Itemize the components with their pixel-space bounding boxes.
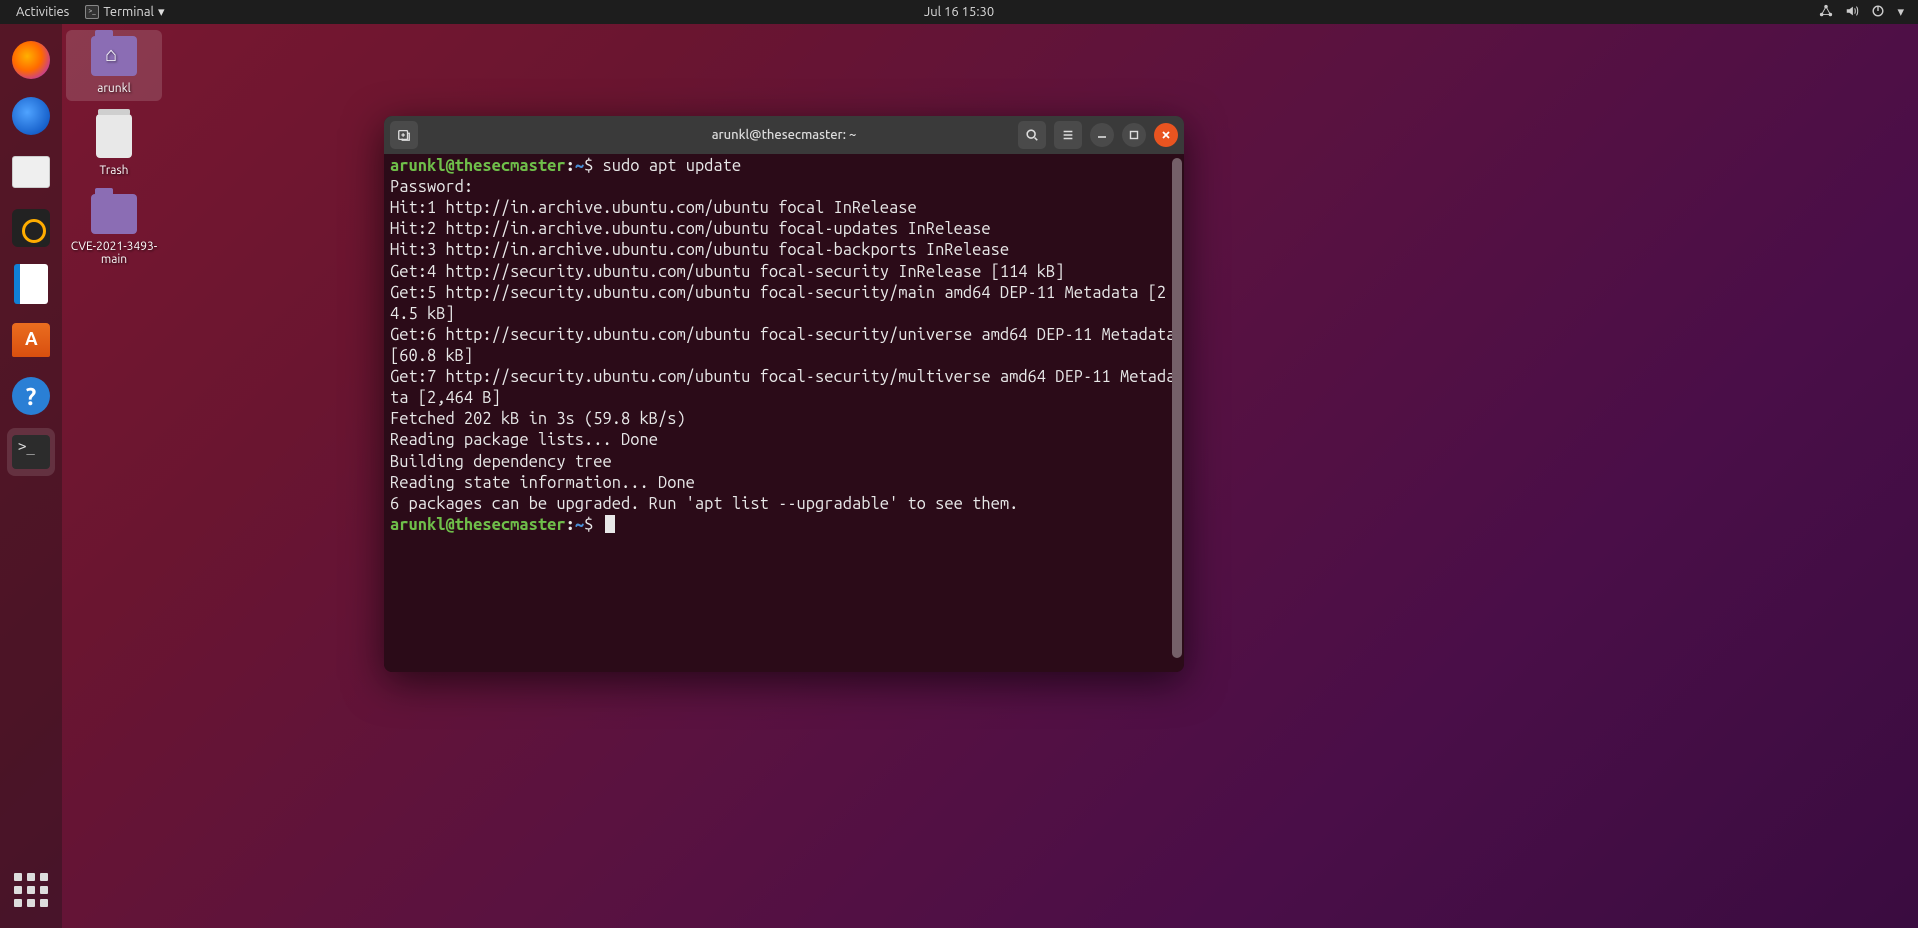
terminal-output-line: Hit:2 http://in.archive.ubuntu.com/ubunt… xyxy=(390,219,1178,240)
show-applications[interactable] xyxy=(11,870,51,910)
terminal-output-line: 6 packages can be upgraded. Run 'apt lis… xyxy=(390,494,1178,515)
volume-icon xyxy=(1845,4,1859,21)
terminal-output-line: Get:6 http://security.ubuntu.com/ubuntu … xyxy=(390,325,1178,367)
rhythmbox-icon xyxy=(12,209,50,247)
desktop-home-folder[interactable]: arunkl xyxy=(66,30,162,101)
terminal-body[interactable]: arunkl@thesecmaster:~$ sudo apt update P… xyxy=(384,154,1184,672)
window-title: arunkl@thesecmaster: ~ xyxy=(712,128,857,142)
app-menu-label: Terminal xyxy=(103,5,154,19)
chevron-down-icon: ▾ xyxy=(1897,5,1904,20)
software-icon xyxy=(12,323,50,357)
titlebar[interactable]: arunkl@thesecmaster: ~ xyxy=(384,116,1184,154)
desktop-icon-label: Trash xyxy=(66,164,162,177)
terminal-output-line: Fetched 202 kB in 3s (59.8 kB/s) xyxy=(390,409,1178,430)
terminal-output-line: Reading state information... Done xyxy=(390,473,1178,494)
terminal-output-line: Building dependency tree xyxy=(390,452,1178,473)
minimize-button[interactable] xyxy=(1090,123,1114,147)
app-menu[interactable]: Terminal ▾ xyxy=(77,5,172,20)
terminal-output-line: Get:5 http://security.ubuntu.com/ubuntu … xyxy=(390,283,1178,325)
chevron-down-icon: ▾ xyxy=(158,5,165,20)
desktop-icon-label: CVE-2021-3493-main xyxy=(66,240,162,266)
terminal-output-line: Reading package lists... Done xyxy=(390,430,1178,451)
desktop-trash[interactable]: Trash xyxy=(66,114,162,177)
terminal-output-line: Get:7 http://security.ubuntu.com/ubuntu … xyxy=(390,367,1178,409)
terminal-icon: >_ xyxy=(12,435,50,469)
activities-button[interactable]: Activities xyxy=(8,5,77,19)
maximize-button[interactable] xyxy=(1122,123,1146,147)
trash-icon xyxy=(96,114,132,158)
terminal-output-line: Hit:1 http://in.archive.ubuntu.com/ubunt… xyxy=(390,198,1178,219)
terminal-icon xyxy=(85,5,99,19)
clock[interactable]: Jul 16 15:30 xyxy=(924,5,994,19)
power-icon xyxy=(1871,4,1885,21)
files-icon xyxy=(12,156,50,188)
prompt-line: arunkl@thesecmaster:~$ xyxy=(390,515,1178,536)
thunderbird-icon xyxy=(12,97,50,135)
dock-files[interactable] xyxy=(7,148,55,196)
dock-software[interactable] xyxy=(7,316,55,364)
dock-rhythmbox[interactable] xyxy=(7,204,55,252)
folder-home-icon xyxy=(91,36,137,76)
cursor xyxy=(605,515,615,533)
help-icon: ? xyxy=(12,377,50,415)
prompt-line: arunkl@thesecmaster:~$ sudo apt update xyxy=(390,156,1178,177)
menu-button[interactable] xyxy=(1054,121,1082,149)
new-tab-button[interactable] xyxy=(390,121,418,149)
terminal-window: arunkl@thesecmaster: ~ arunkl@thesecmast… xyxy=(384,116,1184,672)
network-icon xyxy=(1819,4,1833,21)
desktop-icon-label: arunkl xyxy=(66,82,162,95)
scrollbar[interactable] xyxy=(1172,158,1182,658)
system-status-area[interactable]: ▾ xyxy=(1819,4,1918,21)
search-button[interactable] xyxy=(1018,121,1046,149)
terminal-output-line: Hit:3 http://in.archive.ubuntu.com/ubunt… xyxy=(390,240,1178,261)
dock-firefox[interactable] xyxy=(7,36,55,84)
dock: ? >_ xyxy=(0,24,62,928)
dock-help[interactable]: ? xyxy=(7,372,55,420)
close-button[interactable] xyxy=(1154,123,1178,147)
dock-writer[interactable] xyxy=(7,260,55,308)
firefox-icon xyxy=(12,41,50,79)
dock-thunderbird[interactable] xyxy=(7,92,55,140)
folder-icon xyxy=(91,194,137,234)
terminal-output-line: Password: xyxy=(390,177,1178,198)
desktop-folder-cve[interactable]: CVE-2021-3493-main xyxy=(66,194,162,266)
terminal-output-line: Get:4 http://security.ubuntu.com/ubuntu … xyxy=(390,262,1178,283)
dock-terminal[interactable]: >_ xyxy=(7,428,55,476)
top-panel: Activities Terminal ▾ Jul 16 15:30 ▾ xyxy=(0,0,1918,24)
writer-icon xyxy=(14,264,48,304)
